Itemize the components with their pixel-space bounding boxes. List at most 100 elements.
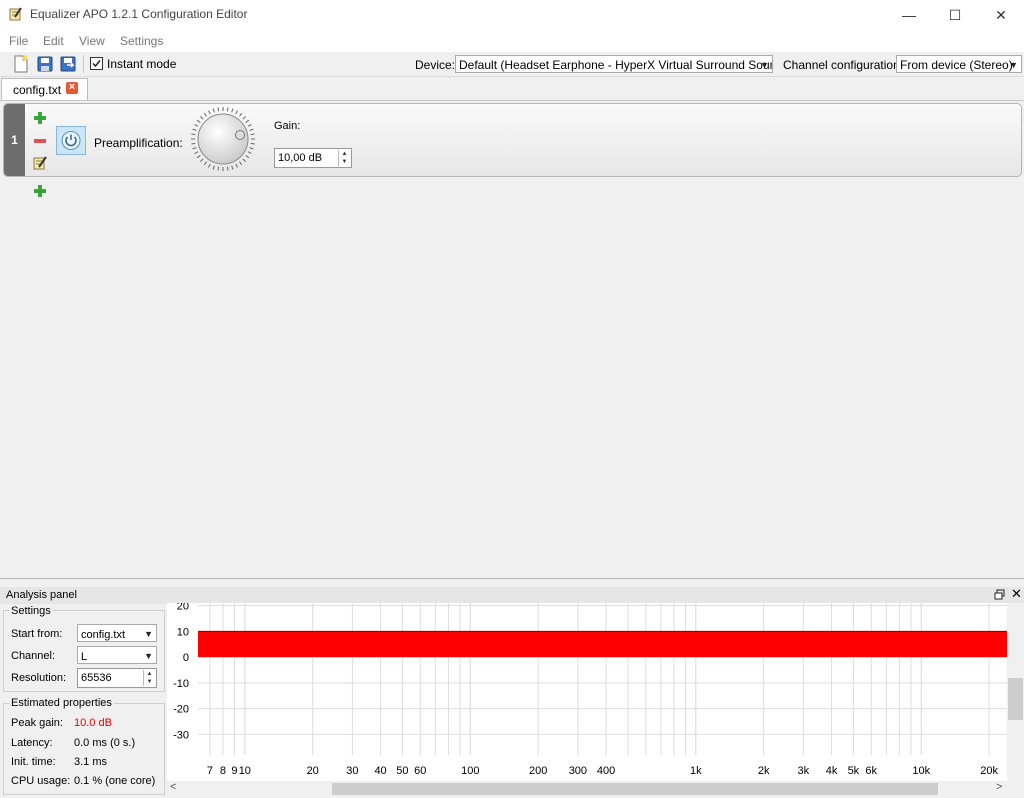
peak-gain-label: Peak gain: — [11, 717, 63, 729]
chevron-down-icon: ▼ — [144, 651, 153, 661]
init-time-value: 3.1 ms — [74, 756, 108, 768]
start-from-select[interactable]: config.txt ▼ — [77, 624, 157, 642]
cpu-usage-value: 0.1 % (one core) — [74, 775, 156, 787]
knob-tick — [239, 112, 243, 117]
tab-bar — [0, 77, 1024, 101]
power-icon — [61, 131, 81, 150]
resolution-spinbox[interactable]: 65536 ▲ ▼ — [77, 668, 157, 688]
x-tick-label: 5k — [848, 765, 860, 777]
knob-tick — [247, 124, 252, 127]
add-filter-below-icon[interactable] — [33, 184, 47, 198]
instant-mode-checkbox[interactable] — [90, 57, 103, 70]
knob-tick — [249, 128, 254, 131]
analysis-panel-title: Analysis panel — [6, 589, 77, 601]
x-tick-label: 20 — [307, 765, 319, 777]
frequency-response-chart[interactable]: 20100-10-20-30 7 8 9 10 20 30 40 50 60 100 200 300 4… — [167, 603, 1007, 781]
x-tick-label: 100 — [461, 765, 479, 777]
channel-config-label: Channel configuration: — [783, 58, 904, 72]
knob-tick — [245, 155, 250, 159]
x-tick-label: 3k — [798, 765, 810, 777]
y-tick-label: 20 — [177, 603, 189, 613]
knob-tick — [208, 110, 211, 115]
y-tick-label: 0 — [183, 652, 189, 664]
analysis-panel-header — [0, 587, 1024, 604]
cpu-usage-label: CPU usage: — [11, 775, 71, 787]
start-from-label: Start from: — [11, 628, 63, 640]
knob-tick — [235, 163, 238, 168]
knob-tick — [192, 147, 197, 150]
gain-knob[interactable] — [190, 106, 256, 172]
remove-filter-icon[interactable] — [33, 134, 47, 148]
gain-spinbox[interactable]: 10,00 dB ▲ ▼ — [274, 148, 352, 168]
filter-row-number[interactable]: 1 — [4, 104, 25, 176]
x-tick-label: 300 — [569, 765, 587, 777]
menu-file[interactable]: File — [9, 34, 28, 48]
channel-value: L — [81, 651, 88, 663]
x-tick-label: 200 — [529, 765, 547, 777]
spin-arrows-icon[interactable]: ▲ ▼ — [338, 150, 350, 166]
x-tick-label: 1k — [690, 765, 702, 777]
knob-tick — [196, 155, 201, 159]
knob-tick — [212, 108, 215, 113]
scrollbar-thumb[interactable] — [332, 783, 938, 795]
filter-enable-toggle[interactable] — [56, 126, 86, 155]
chevron-down-icon: ▼ — [1009, 60, 1018, 70]
spin-arrows-icon[interactable]: ▲ ▼ — [143, 670, 155, 686]
close-panel-icon[interactable]: ✕ — [1011, 586, 1022, 602]
x-tick-label: 10 — [239, 765, 251, 777]
close-button[interactable]: ✕ — [978, 0, 1024, 30]
knob-tick — [250, 133, 255, 136]
knob-tick — [208, 163, 211, 168]
knob-tick — [231, 108, 234, 113]
knob-tick — [203, 112, 207, 117]
menu-view[interactable]: View — [79, 34, 105, 48]
x-tick-label: 9 — [231, 765, 237, 777]
minimize-button[interactable]: — — [886, 0, 932, 30]
preamp-label: Preamplification: — [94, 136, 183, 150]
x-tick-label: 400 — [597, 765, 615, 777]
device-label: Device: — [415, 58, 456, 72]
x-tick-label: 50 — [396, 765, 408, 777]
y-tick-label: -20 — [173, 704, 189, 716]
peak-gain-value: 10.0 dB — [74, 717, 112, 729]
x-tick-label: 60 — [414, 765, 426, 777]
latency-label: Latency: — [11, 737, 53, 749]
knob-tick — [242, 158, 246, 162]
init-time-label: Init. time: — [11, 756, 56, 768]
knob-tick — [235, 110, 238, 115]
new-file-icon[interactable] — [12, 55, 30, 73]
undock-icon[interactable] — [994, 589, 1005, 600]
scroll-left-icon[interactable]: < — [170, 781, 176, 793]
edit-filter-icon[interactable] — [32, 155, 48, 171]
scrollbar-thumb[interactable] — [1008, 678, 1023, 720]
maximize-button[interactable]: ☐ — [932, 0, 978, 30]
knob-tick — [194, 151, 199, 154]
knob-tick — [200, 116, 204, 120]
knob-tick — [191, 142, 196, 145]
menu-edit[interactable]: Edit — [43, 34, 64, 48]
channel-config-select[interactable]: From device (Stereo) ▼ — [896, 55, 1022, 73]
start-from-value: config.txt — [81, 629, 126, 641]
channel-select[interactable]: L ▼ — [77, 646, 157, 664]
save-icon[interactable] — [36, 55, 54, 73]
knob-tick — [250, 142, 255, 145]
x-tick-label: 40 — [374, 765, 386, 777]
knob-tick — [249, 147, 254, 150]
tab-config-txt[interactable]: config.txt × — [1, 78, 88, 100]
tab-close-icon[interactable]: × — [66, 82, 78, 94]
instant-mode-label: Instant mode — [107, 57, 177, 71]
y-tick-label: 10 — [177, 626, 189, 638]
vertical-scrollbar[interactable] — [1007, 603, 1024, 781]
app-notepad-icon — [9, 7, 22, 21]
add-filter-icon[interactable] — [33, 111, 47, 125]
knob-tick — [217, 107, 220, 112]
x-tick-label: 10k — [912, 765, 930, 777]
save-as-icon[interactable] — [59, 55, 77, 73]
channel-config-value: From device (Stereo) — [900, 58, 1013, 72]
x-tick-label: 8 — [220, 765, 226, 777]
knob-tick — [226, 107, 229, 112]
scroll-right-icon[interactable]: > — [996, 781, 1002, 793]
menu-settings[interactable]: Settings — [120, 34, 163, 48]
horizontal-scrollbar[interactable]: < > — [167, 781, 1007, 797]
device-select[interactable]: Default (Headset Earphone - HyperX Virtu… — [455, 55, 773, 73]
